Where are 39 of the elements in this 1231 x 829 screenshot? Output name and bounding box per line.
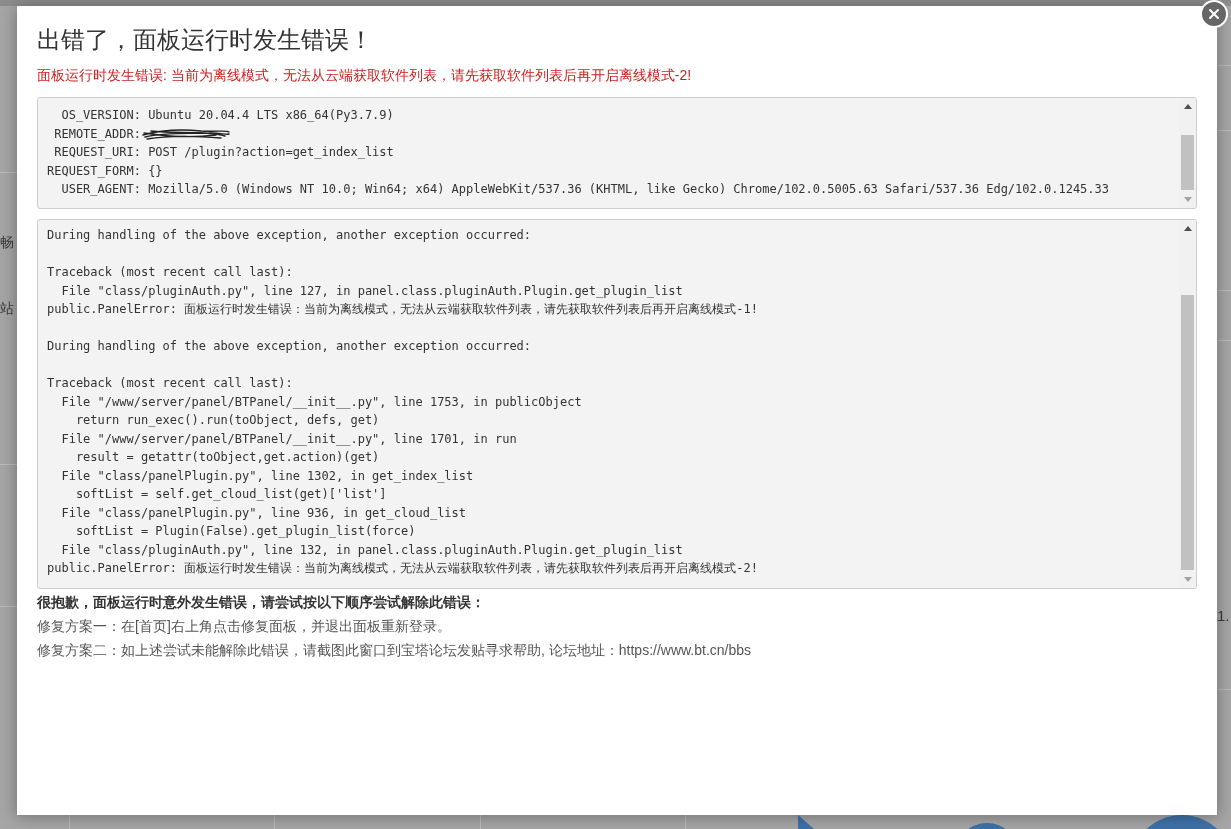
code-line: REMOTE_ADDR: (53, 125, 141, 143)
help-heading: 很抱歉，面板运行时意外发生错误，请尝试按以下顺序尝试解除此错误： (37, 593, 485, 612)
code-line: File "/www/server/panel/BTPanel/__init__.py", line 1701, in run (60, 430, 517, 448)
code-line: REQUEST_URI: POST /plugin?action=get_index_list (53, 144, 394, 161)
dialog-title: 出错了，面板运行时发生错误！ (37, 25, 374, 55)
code-line: USER_AGENT: Mozilla/5.0 (Windows NT 10.0; Win64; x64) AppleWebKit/537.36 (KHTML, like Gecko) Chrome/102.0.5005.63 Safari/537.36 Edg/102.0.1245.33 (60, 181, 1110, 198)
code-line: public.PanelError: 面板运行时发生错误：当前为离线模式，无法从云端获取软件列表，请先获取软件列表后再开启离线模式-1! (47, 301, 758, 318)
code-line: Traceback (most recent call last): (47, 375, 293, 392)
code-line: public.PanelError: 面板运行时发生错误：当前为离线模式，无法从云端获取软件列表，请先获取软件列表后再开启离线模式-2! (47, 560, 758, 577)
background-text: 1. (1217, 606, 1231, 626)
code-line: During handling of the above exception, another exception occurred: (47, 338, 532, 355)
scroll-down-icon[interactable] (1183, 577, 1192, 582)
code-line: result = getattr(toObject,get.action)(get) (74, 449, 380, 466)
scroll-thumb[interactable] (1181, 135, 1194, 190)
close-button[interactable] (1200, 0, 1228, 28)
scroll-up-icon[interactable] (1183, 104, 1192, 109)
code-line: File "class/pluginAuth.py", line 132, in panel.class.pluginAuth.Plugin.get_plugin_list (60, 541, 683, 559)
background-text: 站 (0, 299, 15, 318)
code-line: File "class/panelPlugin.py", line 936, in get_cloud_list (60, 504, 467, 522)
background-text: 畅 (0, 233, 15, 252)
code-line: File "class/panelPlugin.py", line 1302, in get_index_list (60, 467, 474, 485)
help-step: 修复方案一：在[首页]右上角点击修复面板，并退出面板重新登录。 (37, 614, 451, 638)
code-line: During handling of the above exception, another exception occurred: (47, 227, 532, 244)
scrollbar[interactable] (1179, 98, 1196, 208)
close-icon[interactable] (1206, 6, 1222, 22)
code-line: return run_exec().run(toObject, defs, get) (74, 412, 380, 429)
code-line: File "/www/server/panel/BTPanel/__init__.py", line 1753, in publicObject (60, 393, 582, 411)
help-step: 修复方案二：如上述尝试未能解除此错误，请截图此窗口到宝塔论坛发贴寻求帮助, 论坛地址：https://www.bt.cn/bbs (37, 638, 752, 662)
code-line: softList = self.get_cloud_list(get)['list'] (74, 486, 387, 503)
scroll-thumb[interactable] (1181, 295, 1194, 570)
scroll-down-icon[interactable] (1183, 197, 1192, 202)
code-line: softList = Plugin(False).get_plugin_list(force) (74, 523, 416, 540)
error-message: 面板运行时发生错误: 当前为离线模式，无法从云端获取软件列表，请先获取软件列表后再开启离线模式-2! (37, 66, 693, 85)
code-line: Traceback (most recent call last): (47, 264, 293, 281)
scrollbar[interactable] (1179, 220, 1196, 588)
scroll-up-icon[interactable] (1183, 226, 1192, 231)
code-line: File "class/pluginAuth.py", line 127, in panel.class.pluginAuth.Plugin.get_plugin_list (60, 282, 683, 300)
code-line: REQUEST_FORM: {} (47, 162, 163, 180)
code-line: OS_VERSION: Ubuntu 20.04.4 LTS x86_64(Py3.7.9) (60, 107, 394, 124)
